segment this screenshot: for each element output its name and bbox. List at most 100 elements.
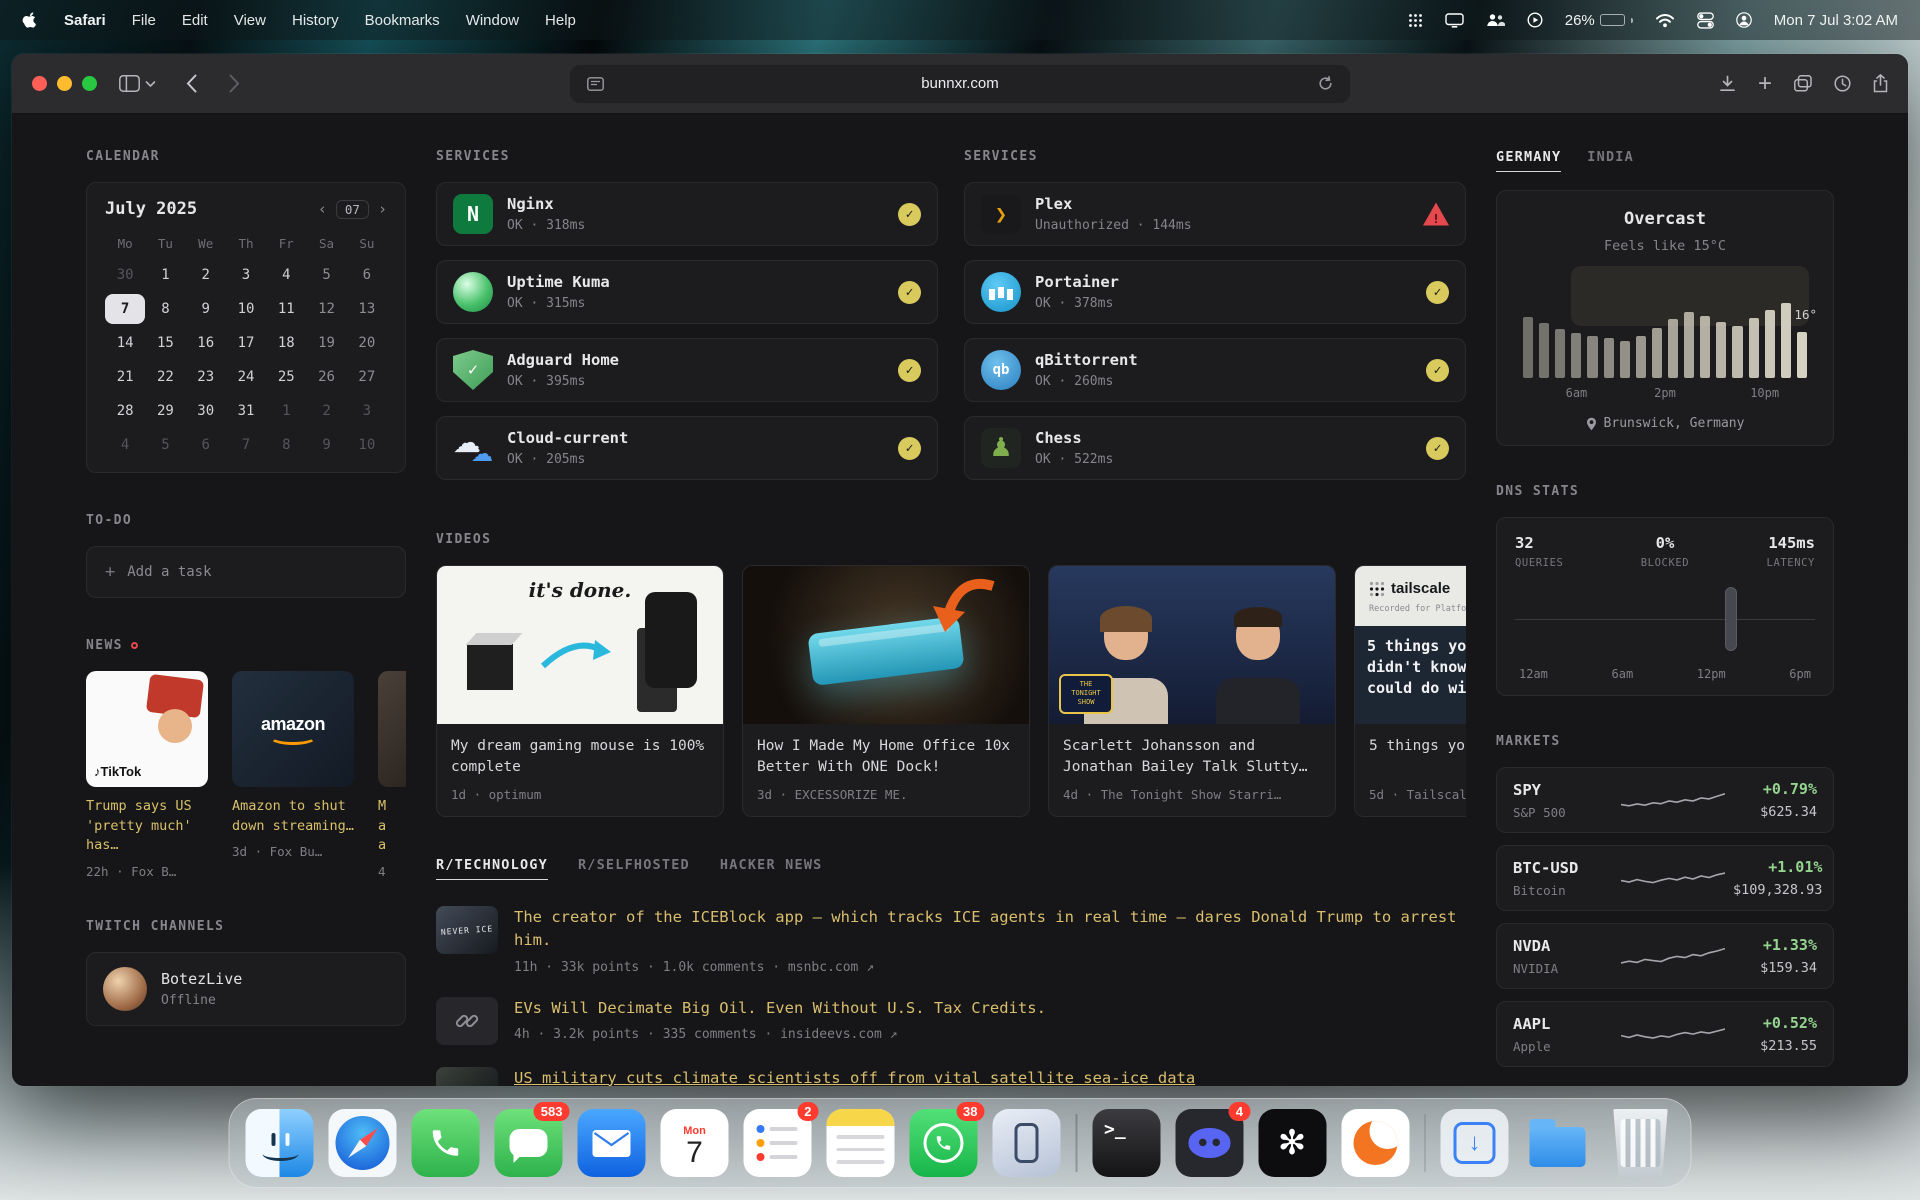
menu-file[interactable]: File: [132, 12, 156, 29]
calendar-day[interactable]: 31: [226, 396, 266, 426]
share-icon[interactable]: [1873, 74, 1888, 93]
calendar-day[interactable]: 6: [347, 260, 387, 290]
dock-downloads[interactable]: ↓: [1441, 1109, 1509, 1177]
control-center-icon[interactable]: [1697, 12, 1714, 29]
service-portainer[interactable]: Portainer OK · 378ms ✓: [964, 260, 1466, 324]
service-cloud-current[interactable]: ☁☁ Cloud-current OK · 205ms ✓: [436, 416, 938, 480]
calendar-day[interactable]: 1: [145, 260, 185, 290]
calendar-day[interactable]: 2: [186, 260, 226, 290]
user-switch-icon[interactable]: [1736, 12, 1752, 28]
calendar-day[interactable]: 10: [226, 294, 266, 324]
calendar-prev-icon[interactable]: ‹: [318, 200, 327, 218]
calendar-day[interactable]: 25: [266, 362, 306, 392]
tab-r-technology[interactable]: R/TECHNOLOGY: [436, 857, 548, 880]
feed-post[interactable]: US military cuts climate scientists off …: [436, 1067, 1466, 1087]
tab-india[interactable]: INDIA: [1587, 149, 1634, 172]
dns-timeline[interactable]: [1515, 577, 1815, 661]
calendar-day[interactable]: 19: [306, 328, 346, 358]
calendar-day[interactable]: 30: [105, 260, 145, 290]
calendar-day[interactable]: 9: [186, 294, 226, 324]
dock-notes[interactable]: [827, 1109, 895, 1177]
service-nginx[interactable]: N Nginx OK · 318ms ✓: [436, 182, 938, 246]
calendar-day[interactable]: 14: [105, 328, 145, 358]
calendar-day[interactable]: 24: [226, 362, 266, 392]
service-plex[interactable]: ❯ Plex Unauthorized · 144ms !: [964, 182, 1466, 246]
calendar-day[interactable]: 23: [186, 362, 226, 392]
menu-edit[interactable]: Edit: [182, 12, 208, 29]
calendar-day[interactable]: 8: [266, 430, 306, 460]
twitch-channel-row[interactable]: BotezLive Offline: [86, 952, 406, 1026]
calendar-day[interactable]: 3: [226, 260, 266, 290]
refresh-icon[interactable]: [1312, 76, 1338, 91]
dock-calendar[interactable]: Mon 7: [661, 1109, 729, 1177]
video-item[interactable]: How I Made My Home Office 10x Better Wit…: [742, 565, 1030, 817]
news-item[interactable]: ♪TikTok Trump says US 'pretty much' has……: [86, 671, 208, 879]
calendar-day[interactable]: 8: [145, 294, 185, 324]
calendar-day[interactable]: 26: [306, 362, 346, 392]
menu-window[interactable]: Window: [466, 12, 519, 29]
calendar-day[interactable]: 6: [186, 430, 226, 460]
calendar-day[interactable]: 15: [145, 328, 185, 358]
calendar-day[interactable]: 10: [347, 430, 387, 460]
sidebar-toggle-icon[interactable]: [119, 75, 156, 92]
apple-menu-icon[interactable]: [22, 12, 38, 28]
dock-mail[interactable]: [578, 1109, 646, 1177]
video-item-clipped[interactable]: tailscale Recorded for PlatformCon NY 5 …: [1354, 565, 1466, 817]
market-row-btc[interactable]: BTC-USD Bitcoin +1.01% $109,328.93: [1496, 845, 1834, 911]
play-circle-icon[interactable]: [1527, 12, 1543, 28]
market-row-aapl[interactable]: AAPL Apple +0.52% $213.55: [1496, 1001, 1834, 1067]
dock-chatgpt[interactable]: ✻: [1258, 1109, 1326, 1177]
calendar-day[interactable]: 22: [145, 362, 185, 392]
wifi-icon[interactable]: [1655, 13, 1675, 28]
feed-post[interactable]: EVs Will Decimate Big Oil. Even Without …: [436, 997, 1466, 1045]
menu-app-name[interactable]: Safari: [64, 12, 106, 29]
url-text[interactable]: bunnxr.com: [608, 75, 1312, 92]
dock-reminders[interactable]: 2: [744, 1109, 812, 1177]
calendar-day[interactable]: 28: [105, 396, 145, 426]
calendar-day[interactable]: 12: [306, 294, 346, 324]
calendar-day[interactable]: 18: [266, 328, 306, 358]
calendar-day[interactable]: 7: [226, 430, 266, 460]
tab-germany[interactable]: GERMANY: [1496, 149, 1561, 172]
video-item[interactable]: it's done. My dream gaming mouse is 100%…: [436, 565, 724, 817]
downloads-icon[interactable]: [1719, 75, 1736, 92]
tab-r-selfhosted[interactable]: R/SELFHOSTED: [578, 857, 690, 880]
dock-terminal[interactable]: >_: [1092, 1109, 1160, 1177]
service-adguard[interactable]: ✓ Adguard Home OK · 395ms ✓: [436, 338, 938, 402]
dock-messages[interactable]: 583: [495, 1109, 563, 1177]
history-icon[interactable]: [1834, 75, 1851, 92]
calendar-day[interactable]: 9: [306, 430, 346, 460]
calendar-day[interactable]: 5: [145, 430, 185, 460]
dock-discord[interactable]: 4: [1175, 1109, 1243, 1177]
service-chess[interactable]: ♟ Chess OK · 522ms ✓: [964, 416, 1466, 480]
news-item[interactable]: amazon Amazon to shut down streaming… 3d…: [232, 671, 354, 879]
calendar-day[interactable]: 5: [306, 260, 346, 290]
dns-scrubber[interactable]: [1725, 587, 1737, 651]
dock-whatsapp[interactable]: 38: [910, 1109, 978, 1177]
menu-view[interactable]: View: [234, 12, 266, 29]
dock-iphone-mirroring[interactable]: [993, 1109, 1061, 1177]
dock-trash[interactable]: [1607, 1109, 1675, 1177]
video-item[interactable]: THE TONIGHT SHOW Scarlett Johansson and …: [1048, 565, 1336, 817]
calendar-next-icon[interactable]: ›: [378, 200, 387, 218]
menu-bookmarks[interactable]: Bookmarks: [365, 12, 440, 29]
feed-post[interactable]: The creator of the ICEBlock app — which …: [436, 906, 1466, 975]
dock-phone[interactable]: [412, 1109, 480, 1177]
calendar-day[interactable]: 2: [306, 396, 346, 426]
address-bar[interactable]: bunnxr.com: [570, 65, 1350, 103]
back-button[interactable]: [186, 74, 197, 93]
close-window-button[interactable]: [32, 76, 47, 91]
dock-documents-folder[interactable]: [1524, 1109, 1592, 1177]
calendar-day[interactable]: 11: [266, 294, 306, 324]
calendar-day[interactable]: 21: [105, 362, 145, 392]
calendar-day[interactable]: 20: [347, 328, 387, 358]
service-qbittorrent[interactable]: qb qBittorrent OK · 260ms ✓: [964, 338, 1466, 402]
calendar-day[interactable]: 4: [266, 260, 306, 290]
calendar-day[interactable]: 27: [347, 362, 387, 392]
dock-safari[interactable]: [329, 1109, 397, 1177]
market-row-nvda[interactable]: NVDA NVIDIA +1.33% $159.34: [1496, 923, 1834, 989]
calendar-day[interactable]: 3: [347, 396, 387, 426]
news-item-clipped[interactable]: M a a 4: [378, 671, 406, 879]
menu-history[interactable]: History: [292, 12, 339, 29]
tab-overview-icon[interactable]: [1794, 75, 1812, 92]
